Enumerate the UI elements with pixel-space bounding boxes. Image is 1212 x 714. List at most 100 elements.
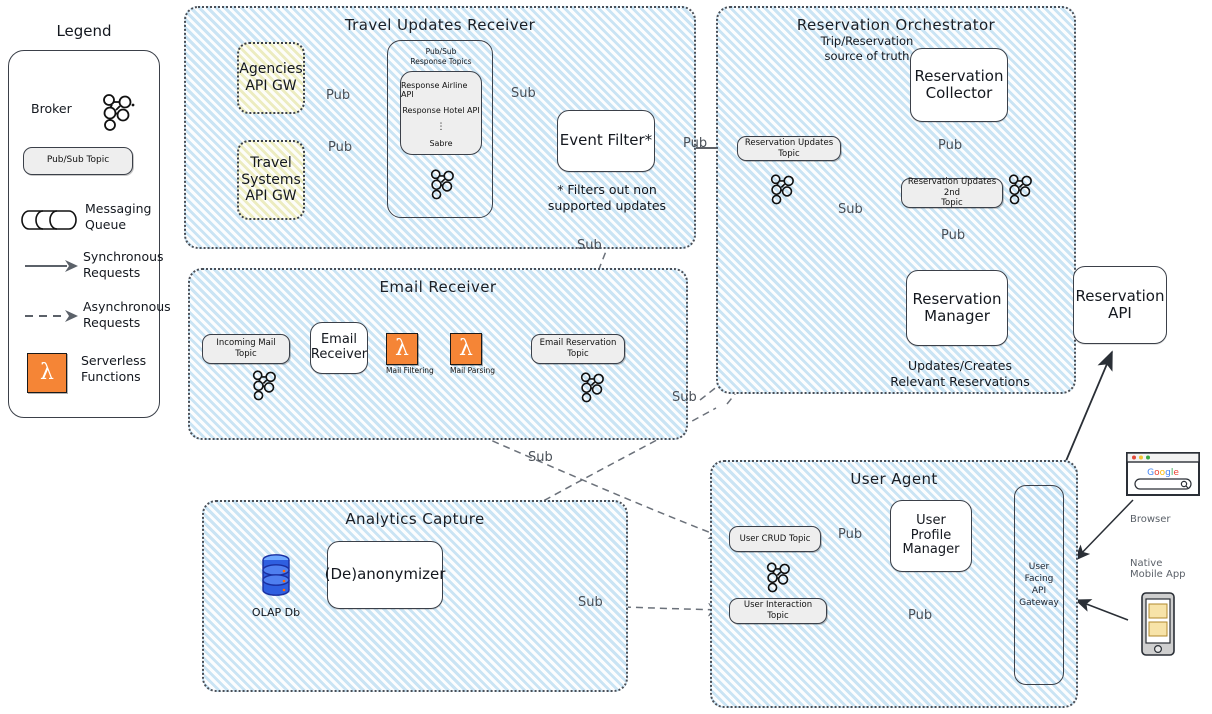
travel-systems-api-gw[interactable]: Travel Systems API GW [237, 140, 305, 220]
user-profile-manager[interactable]: User Profile Manager [890, 500, 972, 572]
legend-async-label: Asynchronous Requests [83, 299, 173, 330]
response-topic-ellipsis: ⋮ [436, 122, 446, 132]
agencies-api-gw[interactable]: Agencies API GW [237, 42, 305, 114]
broker-icon [103, 94, 135, 131]
orchestrator-bottom-note: Updates/Creates Relevant Reservations [880, 358, 1040, 391]
edge-label-pub-profile-manager: Pub [838, 527, 863, 542]
legend-broker-label: Broker [31, 101, 72, 116]
analytics-capture-title: Analytics Capture [345, 510, 485, 528]
user-crud-topic-label: User CRUD Topic [739, 533, 811, 544]
travel-systems-api-gw-label-l2: Systems [241, 171, 301, 188]
mobile-label-l1: Native [1130, 558, 1163, 569]
travel-systems-api-gw-label-l1: Travel [250, 154, 292, 171]
travel-systems-api-gw-label-l3: API GW [245, 188, 297, 205]
edge-label-pub-manager: Pub [941, 228, 966, 243]
diagram-canvas: Legend Broker Pub/Sub Topic Messaging Qu… [0, 0, 1212, 714]
lambda-mail-filtering-label: Mail Filtering [386, 366, 434, 375]
edge-label-sub-orchestrator: Sub [838, 202, 863, 217]
legend-serverless-label-text: Serverless Functions [81, 353, 147, 384]
response-topics-list: Response Airline API Response Hotel API … [400, 71, 482, 155]
user-profile-manager-l3: Manager [902, 542, 960, 558]
edge-label-sub-crud: Sub [528, 450, 553, 465]
broker-icon [1008, 174, 1032, 205]
legend-sync-label-text: Synchronous Requests [83, 249, 164, 280]
email-reservation-topic[interactable]: Email Reservation Topic [531, 334, 625, 364]
event-filter-note-l1: * Filters out non [557, 182, 657, 197]
reservation-collector[interactable]: Reservation Collector [910, 48, 1008, 122]
event-filter-label: Event Filter* [559, 131, 653, 150]
user-interaction-topic-label: User Interaction Topic [743, 600, 813, 621]
user-crud-topic[interactable]: User CRUD Topic [729, 526, 821, 552]
reservation-api-l1: Reservation [1075, 286, 1165, 305]
legend-queue-label-text: Messaging Queue [85, 201, 152, 232]
orchestrator-bottom-note-l1: Updates/Creates [907, 358, 1013, 373]
response-topic-item: Sabre [429, 139, 453, 148]
user-profile-manager-l2: Profile [910, 527, 952, 543]
broker-icon [580, 372, 604, 403]
browser-label: Browser [1130, 514, 1171, 525]
user-facing-api-gateway-l2: API [1031, 586, 1047, 596]
edge-label-pub-res-updates: Pub [683, 136, 708, 151]
reservation-manager[interactable]: Reservation Manager [906, 270, 1008, 346]
incoming-mail-topic-l2: Topic [235, 349, 257, 359]
user-profile-manager-l1: User [916, 512, 946, 528]
lambda-mail-parsing-label: Mail Parsing [450, 366, 495, 375]
reservation-manager-l1: Reservation [912, 289, 1002, 308]
broker-icon [770, 174, 794, 205]
broker-icon [430, 169, 454, 200]
broker-icon [252, 370, 276, 401]
user-facing-api-gateway[interactable]: User Facing API Gateway [1014, 485, 1064, 685]
reservation-api[interactable]: Reservation API [1073, 266, 1167, 344]
pubsub-response-topics-shell: Pub/Sub Response Topics Response Airline… [387, 40, 493, 218]
lambda-icon: λ [27, 353, 67, 393]
lambda-mail-filtering[interactable]: λ Mail Filtering [386, 333, 434, 375]
legend-async-label-text: Asynchronous Requests [83, 299, 171, 330]
reservation-collector-l2: Collector [925, 84, 993, 102]
olap-db[interactable]: OLAP Db [250, 552, 302, 619]
lambda-mail-parsing[interactable]: λ Mail Parsing [450, 333, 495, 375]
event-filter-note-l2: supported updates [547, 198, 667, 214]
broker-icon [766, 562, 790, 593]
legend-row-queue: Messaging Queue [19, 199, 153, 243]
legend-sync-label: Synchronous Requests [83, 249, 169, 280]
lambda-glyph: λ [395, 336, 409, 361]
reservation-updates-2nd-topic-l1: Reservation Updates 2nd [907, 177, 997, 198]
legend-serverless-label: Serverless Functions [81, 353, 169, 384]
lambda-glyph: λ [40, 360, 54, 385]
user-interaction-topic[interactable]: User Interaction Topic [729, 598, 827, 624]
deanonymizer[interactable]: (De)anonymizer [324, 541, 446, 609]
incoming-mail-topic[interactable]: Incoming Mail Topic [202, 334, 290, 364]
agencies-api-gw-label-l2: API GW [245, 78, 297, 94]
edge-label-sub-analytics: Sub [578, 595, 603, 610]
event-filter[interactable]: Event Filter* [557, 110, 655, 172]
edge-label-sub-to-email: Sub [577, 238, 602, 253]
edge-label-pub-collector: Pub [938, 138, 963, 153]
incoming-mail-topic-l1: Incoming Mail [216, 338, 276, 349]
native-mobile-app-client[interactable] [1136, 592, 1180, 660]
reservation-manager-l2: Manager [924, 307, 990, 325]
reservation-orchestrator-title: Reservation Orchestrator [796, 16, 996, 34]
edge-label-pub-agencies: Pub [326, 88, 351, 103]
browser-client[interactable]: Google Browser [1126, 452, 1200, 525]
database-icon [262, 554, 290, 596]
mobile-label-l2: Mobile App [1130, 569, 1186, 580]
lambda-icon: λ [386, 333, 418, 365]
reservation-updates-topic[interactable]: Reservation Updates Topic [737, 136, 841, 161]
reservation-collector-l1: Reservation [914, 66, 1004, 85]
email-receiver-service[interactable]: Email Receiver [310, 322, 368, 374]
edge-label-pub-travel: Pub [328, 140, 353, 155]
email-receiver-service-l1: Email [320, 332, 358, 348]
source-of-truth-note-l1: Trip/Reservation [820, 34, 914, 48]
edge-label-sub-email-reservation: Sub [672, 390, 697, 405]
event-filter-note: * Filters out non supported updates [540, 182, 674, 215]
deanonymizer-label: (De)anonymizer [324, 565, 446, 584]
source-of-truth-note-l2: source of truth [824, 48, 910, 63]
reservation-updates-2nd-topic[interactable]: Reservation Updates 2nd Topic [901, 177, 1003, 208]
mobile-phone-icon [1141, 592, 1175, 656]
browser-window-icon: Google [1126, 452, 1200, 496]
olap-db-label: OLAP Db [251, 606, 301, 619]
response-topic-item: Response Airline API [401, 81, 468, 99]
legend-row-serverless: λ Serverless Functions [19, 349, 153, 399]
svg-text:Google: Google [1147, 468, 1179, 478]
orchestrator-bottom-note-l2: Relevant Reservations [890, 374, 1030, 390]
